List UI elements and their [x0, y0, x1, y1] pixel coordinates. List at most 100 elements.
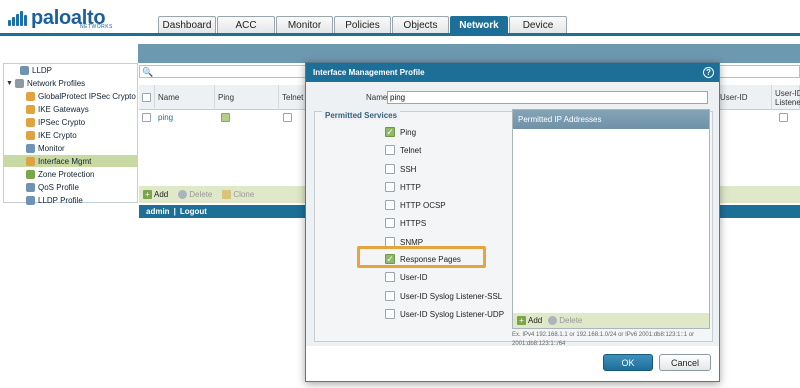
checkbox[interactable]	[385, 218, 395, 228]
column-header-ping[interactable]: Ping	[215, 85, 279, 110]
sidebar-item-lldp[interactable]: LLDP	[20, 64, 52, 76]
service-http[interactable]: HTTP	[385, 181, 421, 193]
sidebar-item-globalprotect-ipsec-crypto[interactable]: GlobalProtect IPSec Crypto	[26, 90, 136, 102]
sidebar-item-qos-profile[interactable]: QoS Profile	[26, 181, 79, 193]
chevron-down-icon[interactable]: ▼	[6, 80, 13, 87]
sidebar-item-ike-crypto[interactable]: IKE Crypto	[26, 129, 77, 141]
service-user-id[interactable]: User-ID	[385, 271, 428, 283]
sidebar-item-label: QoS Profile	[38, 182, 79, 192]
sidebar-item-ipsec-crypto[interactable]: IPSec Crypto	[26, 116, 85, 128]
service-user-id-syslog-udp[interactable]: User-ID Syslog Listener-UDP	[385, 308, 504, 320]
column-header-user-id[interactable]: User-ID	[717, 85, 772, 110]
dialog-title: Interface Management Profile	[306, 63, 719, 82]
monitor-icon	[26, 143, 35, 153]
crypto-icon	[26, 117, 35, 127]
tab-policies[interactable]: Policies	[334, 16, 391, 33]
service-label: Ping	[400, 127, 417, 137]
lldp-icon	[20, 65, 29, 75]
ip-add-label: Add	[528, 316, 543, 325]
sidebar-item-label: LLDP	[32, 65, 53, 75]
help-icon[interactable]: ?	[703, 67, 714, 78]
tab-objects[interactable]: Objects	[392, 16, 449, 33]
row-ping-check	[221, 113, 230, 122]
row-checkbox[interactable]	[142, 113, 151, 122]
clone-label: Clone	[233, 190, 255, 199]
permitted-services-legend: Permitted Services	[322, 111, 401, 120]
permitted-ip-header: Permitted IP Addresses	[513, 110, 709, 129]
sidebar-tree: LLDP ▼ Network Profiles GlobalProtect IP…	[3, 63, 138, 206]
service-label: User-ID Syslog Listener-UDP	[400, 309, 505, 319]
sidebar-item-monitor[interactable]: Monitor	[26, 142, 65, 154]
service-label: User-ID	[400, 272, 428, 282]
ip-delete-button[interactable]: Delete	[548, 316, 582, 325]
checkbox[interactable]	[385, 182, 395, 192]
sidebar-item-label: Interface Mgmt	[38, 156, 92, 166]
folder-icon	[14, 78, 24, 88]
delete-icon	[548, 316, 558, 325]
service-ssh[interactable]: SSH	[385, 163, 416, 175]
delete-label: Delete	[189, 190, 213, 199]
checkbox[interactable]	[385, 291, 395, 301]
current-user: admin	[146, 207, 170, 216]
sidebar-item-network-profiles[interactable]: ▼ Network Profiles	[6, 77, 85, 89]
delete-icon	[178, 190, 188, 199]
add-icon: +	[517, 316, 526, 325]
checkbox[interactable]	[385, 164, 395, 174]
lldp-icon	[26, 195, 35, 205]
crypto-icon	[26, 91, 35, 101]
gateway-icon	[26, 104, 35, 114]
sidebar-item-lldp-profile[interactable]: LLDP Profile	[26, 194, 83, 206]
tab-device[interactable]: Device	[509, 16, 567, 33]
row-user-id-listener-check	[779, 113, 788, 122]
checkbox[interactable]	[385, 272, 395, 282]
ok-button[interactable]: OK	[603, 354, 653, 371]
service-user-id-syslog-ssl[interactable]: User-ID Syslog Listener-SSL	[385, 290, 502, 302]
status-separator: |	[173, 207, 176, 216]
search-icon: 🔍	[142, 67, 154, 77]
cancel-button[interactable]: Cancel	[659, 354, 711, 371]
sidebar-item-zone-protection[interactable]: Zone Protection	[26, 168, 94, 180]
service-label: HTTPS	[400, 218, 427, 228]
delete-button[interactable]: Delete	[178, 190, 212, 199]
clone-icon	[222, 190, 232, 199]
ip-delete-label: Delete	[559, 316, 583, 325]
service-telnet[interactable]: Telnet	[385, 144, 421, 156]
crypto-icon	[26, 130, 35, 140]
column-header-user-id-listener[interactable]: User-ID Listener	[772, 85, 800, 110]
tab-network[interactable]: Network	[450, 16, 508, 33]
sidebar-item-label: Network Profiles	[26, 78, 86, 88]
service-http-ocsp[interactable]: HTTP OCSP	[385, 199, 446, 211]
sidebar-item-interface-mgmt[interactable]: Interface Mgmt	[4, 155, 137, 167]
service-label: User-ID Syslog Listener-SSL	[400, 291, 503, 301]
select-all-checkbox[interactable]	[139, 85, 155, 110]
name-field[interactable]: ping	[387, 91, 708, 104]
row-name-link[interactable]: ping	[158, 113, 173, 122]
logo-subtitle: NETWORKS	[80, 24, 113, 30]
checkbox[interactable]	[385, 309, 395, 319]
logo-mark-icon	[8, 10, 27, 26]
sidebar-item-label: LLDP Profile	[38, 195, 83, 205]
service-ping[interactable]: ✓ Ping	[385, 126, 416, 138]
add-label: Add	[154, 190, 169, 199]
service-https[interactable]: HTTPS	[385, 217, 426, 229]
checkbox[interactable]	[385, 200, 395, 210]
checkbox[interactable]	[385, 145, 395, 155]
column-header-name[interactable]: Name	[155, 85, 215, 110]
tab-monitor[interactable]: Monitor	[276, 16, 333, 33]
checked-checkbox-icon[interactable]: ✓	[385, 127, 395, 137]
tab-acc[interactable]: ACC	[217, 16, 275, 33]
service-label: HTTP	[400, 182, 421, 192]
sidebar-item-label: IKE Crypto	[38, 130, 77, 140]
ip-add-button[interactable]: + Add	[517, 316, 542, 325]
tab-dashboard[interactable]: Dashboard	[158, 16, 216, 33]
add-button[interactable]: + Add	[143, 190, 168, 199]
qos-icon	[26, 182, 35, 192]
sidebar-item-ike-gateways[interactable]: IKE Gateways	[26, 103, 89, 115]
clone-button[interactable]: Clone	[222, 190, 254, 199]
column-header-telnet[interactable]: Telnet	[279, 85, 306, 110]
logout-link[interactable]: Logout	[180, 207, 207, 216]
ip-panel-footer: + Add Delete	[513, 313, 709, 328]
dialog-footer: OK Cancel	[306, 346, 719, 381]
row-telnet-check	[283, 113, 292, 122]
service-label: HTTP OCSP	[400, 200, 446, 210]
